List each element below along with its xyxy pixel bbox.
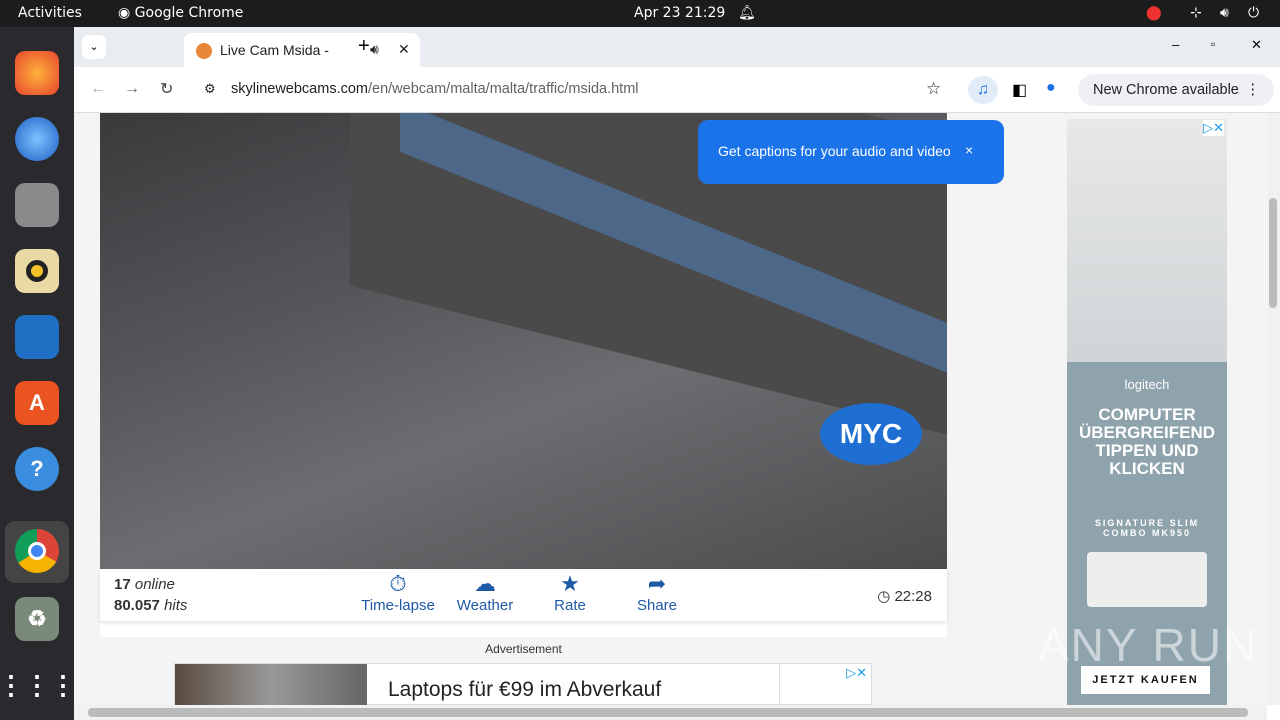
app-menu[interactable]: ◉ Google Chrome <box>118 5 243 21</box>
ad-image <box>175 664 367 705</box>
timelapse-button[interactable]: ⏱ Time-lapse <box>360 571 436 614</box>
side-ad-image <box>1067 119 1227 362</box>
horizontal-scrollbar[interactable] <box>74 705 1267 720</box>
hits-label: hits <box>164 597 188 614</box>
dock: A ? ♻ ⋮⋮⋮ <box>0 27 76 720</box>
ad-divider <box>779 664 780 705</box>
power-icon[interactable]: ⏻ <box>1248 5 1259 21</box>
captions-promo-popup: Get captions for your audio and video × <box>698 120 1004 184</box>
volume-icon[interactable]: 🔊︎ <box>1220 5 1229 21</box>
advertisement-section: Advertisement Laptops für €99 im Abverka… <box>100 637 947 705</box>
banner-ad[interactable]: Laptops für €99 im Abverkauf ▷✕ <box>174 663 872 705</box>
thunderbird-icon[interactable] <box>15 117 59 161</box>
more-menu-icon: ⋮ <box>1245 82 1261 98</box>
files-icon[interactable] <box>15 183 59 227</box>
webcam-info-bar: 17 online 80.057 hits ⏱ Time-lapse ☁ Weath… <box>100 569 947 621</box>
rhythmbox-icon[interactable] <box>15 249 59 293</box>
share-label: Share <box>636 597 678 614</box>
share-icon: ➦ <box>647 571 667 596</box>
url-path: /en/webcam/malta/malta/traffic/msida.htm… <box>368 81 639 97</box>
popup-text: Get captions for your audio and video <box>718 143 951 159</box>
advertisement-label: Advertisement <box>485 642 562 656</box>
vertical-scrollbar[interactable] <box>1267 113 1280 705</box>
popup-close-button[interactable]: × <box>965 142 973 158</box>
app-center-icon[interactable]: A <box>15 381 59 425</box>
side-ad-brand: logitech <box>1124 377 1170 392</box>
new-tab-button[interactable]: + <box>358 35 370 58</box>
chrome-icon[interactable] <box>15 529 59 573</box>
anyrun-watermark: ANY RUN <box>1038 619 1259 671</box>
side-panel-icon[interactable]: ◧ <box>1012 80 1027 100</box>
bookmark-star-icon[interactable]: ☆ <box>926 79 941 99</box>
tab-close-icon[interactable]: ✕ <box>398 41 410 58</box>
record-icon[interactable]: ⬤ <box>1146 5 1162 21</box>
tab-search-button[interactable]: ⌄ <box>82 35 106 59</box>
horizontal-scroll-thumb[interactable] <box>88 708 1248 717</box>
rate-button[interactable]: ★ Rate <box>545 571 595 614</box>
keyboard-image <box>1087 552 1207 607</box>
forward-button[interactable]: → <box>124 80 140 98</box>
profile-icon[interactable]: ● <box>1046 79 1056 97</box>
clock[interactable]: Apr 23 21:29 <box>634 5 725 21</box>
rate-label: Rate <box>554 597 586 614</box>
update-label: New Chrome available <box>1093 82 1239 98</box>
weather-icon: ☁ <box>474 571 496 596</box>
network-icon[interactable]: ⊹ <box>1190 5 1202 21</box>
ad-headline: Laptops für €99 im Abverkauf <box>388 678 662 701</box>
vertical-scroll-thumb[interactable] <box>1269 198 1277 308</box>
activities-button[interactable]: Activities <box>18 5 82 21</box>
url-text: skylinewebcams.com/en/webcam/malta/malta… <box>231 81 639 97</box>
side-adchoices-icon[interactable]: ▷✕ <box>1203 120 1224 136</box>
update-chrome-button[interactable]: New Chrome available ⋮ <box>1078 74 1274 106</box>
close-window-button[interactable]: ✕ <box>1251 37 1262 53</box>
timelapse-icon: ⏱ <box>389 571 407 596</box>
show-apps-icon[interactable]: ⋮⋮⋮ <box>0 663 76 707</box>
hits-counter: 80.057 hits <box>114 597 187 614</box>
site-info-icon[interactable]: ⚙ <box>204 81 216 97</box>
weather-label: Weather <box>456 597 514 614</box>
page-content: MYC 17 online 80.057 hits ⏱ Time-lapse ☁ W… <box>74 113 1267 705</box>
tab-strip: ⌄ Live Cam Msida - Traffic 🔊︎ ✕ + – ▫ ✕ <box>74 27 1280 67</box>
local-time-value: 22:28 <box>894 588 932 605</box>
bell-icon: 🔔︎ <box>738 5 756 21</box>
star-icon: ★ <box>560 571 580 596</box>
local-time: ◷ 22:28 <box>877 587 932 605</box>
online-label: online <box>134 576 175 593</box>
system-top-bar: Activities ◉ Google Chrome Apr 23 21:29 … <box>0 0 1280 27</box>
app-name: Google Chrome <box>134 5 244 21</box>
browser-toolbar: ← → ↻ ⚙ skylinewebcams.com/en/webcam/mal… <box>74 67 1280 113</box>
maximize-button[interactable]: ▫ <box>1211 37 1215 51</box>
share-button[interactable]: ➦ Share <box>630 571 684 614</box>
timelapse-label: Time-lapse <box>361 597 435 614</box>
minimize-button[interactable]: – <box>1172 37 1179 52</box>
hits-count: 80.057 <box>114 597 160 614</box>
adchoices-icon[interactable]: ▷✕ <box>846 665 867 681</box>
tab-active[interactable]: Live Cam Msida - Traffic 🔊︎ ✕ <box>184 33 420 67</box>
favicon-icon <box>196 43 212 59</box>
address-bar[interactable]: ⚙ skylinewebcams.com/en/webcam/malta/mal… <box>194 74 956 106</box>
url-domain: skylinewebcams.com <box>231 81 368 97</box>
side-ad-headline: COMPUTER ÜBERGREIFEND TIPPEN UND KLICKEN <box>1078 405 1215 478</box>
writer-icon[interactable] <box>15 315 59 359</box>
weather-button[interactable]: ☁ Weather <box>450 571 520 614</box>
help-icon[interactable]: ? <box>15 447 59 491</box>
trash-icon[interactable]: ♻ <box>15 597 59 641</box>
firefox-icon[interactable] <box>15 51 59 95</box>
online-count: 17 <box>114 576 131 593</box>
myc-watermark: MYC <box>820 403 922 465</box>
webcam-panel: MYC 17 online 80.057 hits ⏱ Time-lapse ☁ W… <box>100 113 947 705</box>
audio-icon[interactable]: 🔊︎ <box>370 41 379 58</box>
media-controls-icon[interactable]: ♫ <box>968 76 998 104</box>
clock-icon: ◷ <box>877 588 891 605</box>
back-button[interactable]: ← <box>90 80 106 98</box>
tab-title: Live Cam Msida - Traffic <box>220 42 330 58</box>
side-ad-product: SIGNATURE SLIM COMBO MK950 <box>1094 518 1200 538</box>
reload-button[interactable]: ↻ <box>160 79 173 99</box>
online-counter: 17 online <box>114 576 175 593</box>
